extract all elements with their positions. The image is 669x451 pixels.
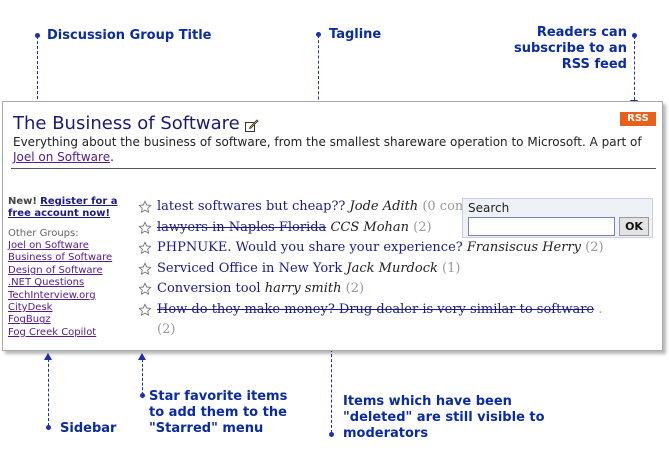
tagline-link[interactable]: Joel on Software (13, 150, 110, 164)
annotation-deleted: Items which have been "deleted" are stil… (343, 394, 545, 441)
star-icon[interactable] (138, 200, 152, 214)
topic-link[interactable]: lawyers in Naples Florida (157, 220, 326, 235)
annotation-rss: Readers can subscribe to an RSS feed (514, 25, 627, 72)
topic-row: Serviced Office in New York Jack Murdock… (137, 259, 617, 280)
group-link[interactable]: FogBugz (8, 314, 51, 325)
annotation-title: Discussion Group Title (47, 28, 212, 43)
leader-line (634, 36, 635, 100)
topic-count: (2) (585, 240, 604, 255)
group-link[interactable]: Business of Software (8, 252, 112, 263)
annotation-tagline: Tagline (329, 27, 382, 42)
tagline: Everything about the business of softwar… (13, 135, 653, 165)
group-link[interactable]: Joel on Software (8, 240, 89, 251)
edit-icon[interactable] (245, 117, 259, 132)
discussion-panel: The Business of Software RSS Everything … (2, 101, 663, 351)
rss-button[interactable]: RSS (620, 112, 656, 126)
sidebar: New! Register for a free account now! Ot… (8, 196, 126, 339)
page-title: The Business of Software (13, 113, 240, 134)
leader-line (331, 344, 332, 433)
topic-author: Jode Adith (349, 199, 419, 214)
topic-author: Jack Murdock (346, 260, 438, 276)
group-link[interactable]: .NET Questions (8, 277, 84, 288)
leader-line (48, 359, 49, 426)
new-badge: New! (8, 196, 37, 207)
search-box: Search OK (462, 198, 653, 238)
star-icon[interactable] (138, 241, 152, 255)
tagline-end: . (110, 150, 114, 164)
topic-link[interactable]: Conversion tool (157, 281, 261, 296)
topic-author: harry smith (264, 281, 342, 296)
group-link[interactable]: Fog Creek Copilot (8, 327, 96, 338)
topic-row: PHPNUKE. Would you share your experience… (137, 238, 617, 259)
divider (11, 168, 656, 169)
group-link[interactable]: Design of Software (8, 265, 103, 276)
topic-link[interactable]: PHPNUKE. Would you share your experience… (157, 240, 463, 255)
search-input[interactable] (468, 217, 615, 236)
topic-link[interactable]: Serviced Office in New York (157, 261, 342, 276)
topic-author: CCS Mohan (330, 219, 410, 235)
star-icon[interactable] (138, 262, 152, 276)
topic-count: (2) (413, 219, 432, 235)
star-icon[interactable] (138, 221, 152, 235)
annotation-sidebar: Sidebar (60, 421, 117, 436)
topic-count: (2) (345, 281, 365, 296)
topic-row: How do they make money? Drug dealer is v… (137, 300, 617, 341)
leader-line (142, 359, 143, 395)
leader-line (37, 36, 38, 104)
topic-link[interactable]: How do they make money? Drug dealer is v… (157, 302, 594, 317)
search-ok-button[interactable]: OK (619, 217, 649, 236)
group-link[interactable]: TechInterview.org (8, 290, 96, 301)
leader-dot (329, 432, 334, 437)
other-groups-label: Other Groups: (8, 228, 79, 239)
topic-link[interactable]: latest softwares but cheap?? (157, 199, 345, 214)
search-label: Search (468, 201, 510, 215)
annotation-star: Star favorite items to add them to the "… (149, 389, 288, 436)
topic-row: Conversion tool harry smith (2) (137, 279, 617, 300)
leader-dot (46, 425, 51, 430)
topic-count: (1) (442, 260, 461, 276)
star-icon[interactable] (138, 282, 152, 296)
leader-dot (140, 393, 145, 398)
topic-author: Fransiscus Herry (466, 240, 582, 255)
tagline-text: Everything about the business of softwar… (13, 135, 642, 149)
group-link[interactable]: CityDesk (8, 302, 52, 313)
star-icon[interactable] (138, 303, 152, 317)
group-list: Joel on Software Business of Software De… (8, 240, 126, 339)
